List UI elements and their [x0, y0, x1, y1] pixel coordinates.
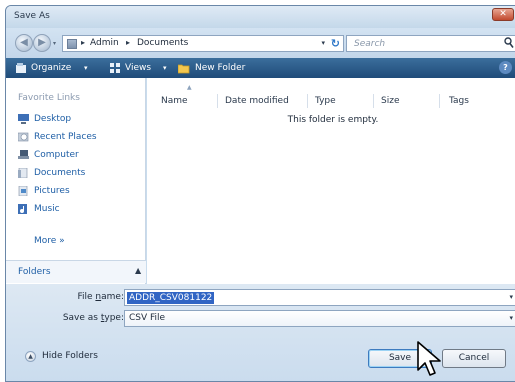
address-row: ◀ ▶ ▾ ▸ Admin ▸ Documents ▾ ↻ Search	[6, 28, 515, 58]
new-folder-button[interactable]: New Folder	[178, 61, 258, 75]
refresh-icon[interactable]: ↻	[331, 37, 340, 50]
search-box[interactable]: Search	[346, 35, 515, 52]
breadcrumb-documents[interactable]: Documents	[137, 38, 188, 48]
column-header-size[interactable]: Size	[381, 96, 399, 106]
help-button[interactable]: ?	[499, 61, 512, 74]
empty-folder-message: This folder is empty.	[287, 115, 379, 125]
column-divider[interactable]	[439, 94, 440, 108]
sidebar-item-label: Pictures	[34, 186, 70, 196]
help-icon: ?	[503, 63, 508, 72]
documents-icon	[18, 168, 28, 178]
music-icon	[18, 204, 27, 214]
navigation-pane: Favorite Links Desktop Recent Places Com…	[6, 78, 146, 284]
command-bar: Organize ▾ Views ▾ New Folder ?	[6, 58, 515, 78]
breadcrumb-admin[interactable]: Admin	[90, 38, 119, 48]
breadcrumb-separator[interactable]: ▸	[81, 38, 85, 47]
views-icon	[110, 63, 120, 73]
filename-value[interactable]: ADDR_CSV081122	[127, 292, 215, 304]
column-header-type[interactable]: Type	[315, 96, 336, 106]
hide-folders-label: Hide Folders	[42, 351, 98, 361]
sidebar-item-label: Computer	[34, 150, 79, 160]
column-header-date-modified[interactable]: Date modified	[225, 96, 289, 106]
title-bar: Save As ✕	[6, 6, 515, 28]
pictures-icon	[18, 186, 28, 196]
views-dropdown-icon: ▾	[163, 64, 167, 72]
cancel-button[interactable]: Cancel	[442, 349, 506, 368]
mouse-cursor-icon	[417, 341, 441, 376]
sidebar-item-label: Documents	[34, 168, 86, 178]
new-folder-label: New Folder	[195, 63, 246, 73]
sidebar-item-label: Desktop	[34, 114, 72, 124]
folders-label: Folders	[18, 267, 51, 277]
filetype-select[interactable]: CSV File ▾	[124, 310, 515, 327]
back-button[interactable]: ◀	[15, 34, 33, 52]
search-icon[interactable]	[504, 37, 514, 49]
desktop-icon	[18, 114, 29, 124]
filetype-label: Save as type:	[62, 313, 124, 323]
folder-icon	[67, 39, 77, 49]
sidebar-item-label: Recent Places	[34, 132, 97, 142]
recent-pages-dropdown[interactable]: ▾	[53, 40, 56, 47]
filename-label: File name:	[77, 292, 125, 302]
address-bar[interactable]: ▸ Admin ▸ Documents ▾ ↻	[62, 35, 344, 52]
organize-icon	[16, 63, 26, 73]
window-title: Save As	[14, 11, 50, 21]
forward-button[interactable]: ▶	[33, 34, 51, 52]
sort-indicator-icon: ▲	[187, 84, 192, 91]
views-button[interactable]: Views ▾	[110, 61, 170, 75]
address-dropdown-icon[interactable]: ▾	[321, 39, 325, 47]
save-as-dialog: Save As ✕ ◀ ▶ ▾ ▸ Admin ▸ Documents ▾ ↻ …	[5, 5, 515, 382]
file-list: ▲ Name Date modified Type Size Tags This…	[147, 78, 515, 284]
filename-dropdown-icon[interactable]: ▾	[509, 293, 513, 301]
new-folder-icon	[178, 64, 190, 74]
column-header-name[interactable]: Name	[161, 96, 188, 106]
sidebar-item-label: Music	[34, 204, 60, 214]
column-divider[interactable]	[307, 94, 308, 108]
organize-label: Organize	[31, 63, 72, 73]
folders-bar[interactable]: Folders ▲	[6, 260, 146, 283]
filetype-dropdown-icon[interactable]: ▾	[509, 314, 513, 322]
computer-icon	[18, 150, 29, 159]
organize-dropdown-icon: ▾	[84, 64, 88, 72]
more-links-link[interactable]: More »	[34, 236, 65, 246]
close-icon: ✕	[499, 9, 507, 19]
column-header-tags[interactable]: Tags	[449, 96, 469, 106]
organize-button[interactable]: Organize ▾	[16, 61, 101, 75]
forward-arrow-icon: ▶	[38, 37, 46, 48]
filename-field[interactable]: ADDR_CSV081122 ▾	[124, 289, 515, 306]
favorite-links-heading: Favorite Links	[18, 93, 80, 103]
recent-places-icon	[18, 132, 29, 142]
breadcrumb-separator[interactable]: ▸	[126, 38, 130, 47]
search-placeholder: Search	[354, 39, 386, 49]
chevron-up-icon: ▲	[135, 266, 142, 275]
views-label: Views	[125, 63, 152, 73]
close-button[interactable]: ✕	[492, 8, 514, 21]
column-divider[interactable]	[217, 94, 218, 108]
chevron-up-icon: ▲	[25, 351, 36, 362]
filetype-value: CSV File	[129, 313, 166, 323]
back-arrow-icon: ◀	[20, 37, 28, 48]
column-divider[interactable]	[373, 94, 374, 108]
